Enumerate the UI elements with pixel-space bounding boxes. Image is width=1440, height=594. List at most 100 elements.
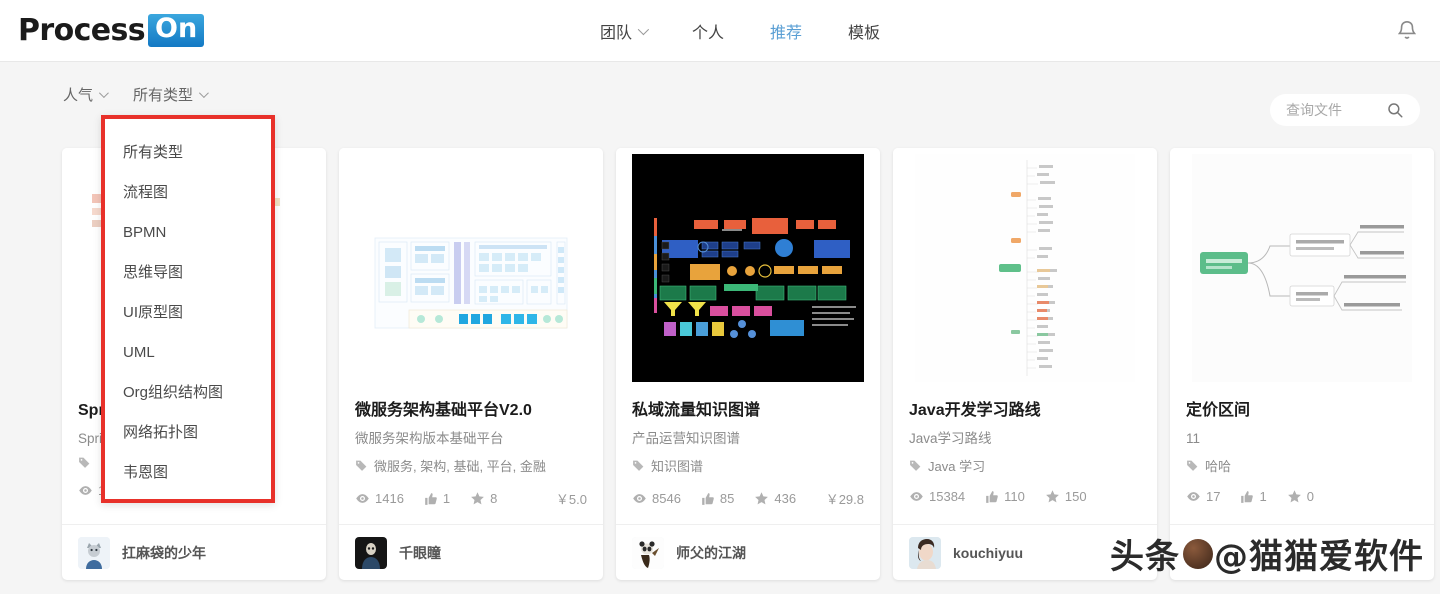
star-icon [754, 491, 769, 506]
nav-item-team-label: 团队 [600, 19, 632, 43]
card-tags-text: 微服务, 架构, 基础, 平台, 金融 [374, 456, 546, 475]
card-tags: Java 学习 [909, 456, 1141, 475]
tag-icon [1186, 459, 1199, 472]
stat-stars: 436 [754, 491, 796, 506]
java-roadmap-icon [915, 154, 1135, 382]
chevron-down-icon [638, 24, 649, 35]
star-icon [470, 491, 485, 506]
card-title[interactable]: 定价区间 [1186, 400, 1418, 422]
card-title[interactable]: 微服务架构基础平台V2.0 [355, 400, 587, 422]
stat-stars-value: 436 [774, 491, 796, 506]
template-card[interactable]: 私域流量知识图谱 产品运营知识图谱 知识图谱 8546 [616, 148, 880, 580]
card-tags: 知识图谱 [632, 456, 864, 475]
card-thumbnail[interactable] [1170, 148, 1434, 388]
thumbnail-blue-architecture [361, 154, 581, 382]
search-box[interactable] [1270, 94, 1420, 126]
dropdown-item-venn-diagram[interactable]: 韦恩图 [105, 453, 271, 493]
card-author-name[interactable]: kouchiyuu [953, 545, 1023, 561]
stat-likes: 1 [424, 491, 450, 506]
dropdown-item-flowchart[interactable]: 流程图 [105, 173, 271, 213]
nav-item-templates[interactable]: 模板 [848, 19, 880, 43]
dropdown-item-network-topology[interactable]: 网络拓扑图 [105, 413, 271, 453]
stat-stars-value: 150 [1065, 489, 1087, 504]
chevron-down-icon [199, 88, 209, 98]
nav-item-recommend[interactable]: 推荐 [770, 19, 802, 43]
card-thumbnail[interactable] [339, 148, 603, 388]
card-title[interactable]: 私域流量知识图谱 [632, 400, 864, 422]
pricing-mindmap-icon [1192, 154, 1412, 382]
avatar [909, 537, 941, 569]
card-subtitle: 产品运营知识图谱 [632, 429, 864, 448]
notification-bell-button[interactable] [1394, 18, 1420, 44]
dropdown-item-bpmn[interactable]: BPMN [105, 213, 271, 253]
card-body: 微服务架构基础平台V2.0 微服务架构版本基础平台 微服务, 架构, 基础, 平… [339, 388, 603, 508]
card-title[interactable]: Java开发学习路线 [909, 400, 1141, 422]
template-card[interactable]: Java开发学习路线 Java学习路线 Java 学习 15384 [893, 148, 1157, 580]
card-tags-text: 哈哈 [1205, 456, 1231, 475]
filter-sort-popularity[interactable]: 人气 [63, 84, 106, 105]
stat-likes-value: 1 [1259, 489, 1266, 504]
avatar [78, 537, 110, 569]
avatar [632, 537, 664, 569]
card-subtitle: 微服务架构版本基础平台 [355, 429, 587, 448]
eye-icon [632, 491, 647, 506]
stat-views-value: 1416 [375, 491, 404, 506]
dropdown-item-mindmap[interactable]: 思维导图 [105, 253, 271, 293]
template-card[interactable]: 定价区间 11 哈哈 17 1 [1170, 148, 1434, 580]
chevron-down-icon [99, 88, 109, 98]
stat-likes: 1 [1240, 489, 1266, 504]
type-filter-dropdown[interactable]: 所有类型 流程图 BPMN 思维导图 UI原型图 UML Org组织结构图 网络… [101, 115, 275, 503]
dropdown-item-org-chart[interactable]: Org组织结构图 [105, 373, 271, 413]
card-price: ￥5.0 [556, 489, 587, 508]
card-stats: 1416 1 8 ￥5.0 [355, 489, 587, 508]
card-thumbnail[interactable] [893, 148, 1157, 388]
card-thumbnail[interactable] [616, 148, 880, 388]
filter-type-selector[interactable]: 所有类型 [133, 84, 206, 105]
processon-logo[interactable]: Process On [18, 13, 204, 48]
tag-icon [909, 459, 922, 472]
logo-text-on: On [148, 14, 204, 46]
avatar-panda-icon [632, 537, 664, 569]
stat-views: 15384 [909, 489, 965, 504]
stat-likes-value: 1 [443, 491, 450, 506]
bell-icon [1394, 18, 1420, 44]
stat-likes-value: 110 [1004, 489, 1025, 504]
tag-icon [632, 459, 645, 472]
stat-views-value: 17 [1206, 489, 1220, 504]
card-author-name[interactable]: 扛麻袋的少年 [122, 543, 206, 563]
stat-likes: 110 [985, 489, 1025, 504]
stat-stars: 0 [1287, 489, 1314, 504]
card-author-row[interactable]: 千眼瞳 [339, 524, 603, 580]
dropdown-item-ui-prototype[interactable]: UI原型图 [105, 293, 271, 333]
search-input[interactable] [1286, 102, 1386, 118]
thumbs-up-icon [1240, 490, 1254, 504]
thumbnail-mindmap-green [1192, 154, 1412, 382]
card-tags-text: 知识图谱 [651, 456, 703, 475]
card-author-row[interactable]: 扛麻袋的少年 [62, 524, 326, 580]
card-author-name[interactable]: 千眼瞳 [399, 543, 441, 563]
top-navigation-bar: Process On 团队 个人 推荐 模板 [0, 0, 1440, 62]
avatar-cat-icon [78, 537, 110, 569]
stat-likes-value: 85 [720, 491, 734, 506]
template-card[interactable]: 微服务架构基础平台V2.0 微服务架构版本基础平台 微服务, 架构, 基础, 平… [339, 148, 603, 580]
search-icon[interactable] [1386, 101, 1404, 119]
star-icon [1045, 489, 1060, 504]
watermark-handle: @猫猫爱软件 [1214, 529, 1424, 578]
nav-item-team[interactable]: 团队 [600, 19, 646, 43]
nav-item-personal[interactable]: 个人 [692, 19, 724, 43]
card-author-name[interactable]: 师父的江湖 [676, 543, 746, 563]
eye-icon [78, 483, 93, 498]
dropdown-item-all-types[interactable]: 所有类型 [105, 133, 271, 173]
eye-icon [1186, 489, 1201, 504]
card-subtitle: Java学习路线 [909, 429, 1141, 448]
card-stats: 15384 110 150 [909, 489, 1141, 504]
nav-item-personal-label: 个人 [692, 19, 724, 43]
thumbs-up-icon [424, 492, 438, 506]
stat-views-value: 8546 [652, 491, 681, 506]
dropdown-item-uml[interactable]: UML [105, 333, 271, 373]
watermark-prefix: 头条 [1110, 529, 1180, 578]
thumbnail-dark-knowledge-graph [632, 154, 864, 382]
primary-nav-menu: 团队 个人 推荐 模板 [600, 0, 880, 62]
card-author-row[interactable]: 师父的江湖 [616, 524, 880, 580]
microservice-architecture-icon [361, 154, 581, 382]
